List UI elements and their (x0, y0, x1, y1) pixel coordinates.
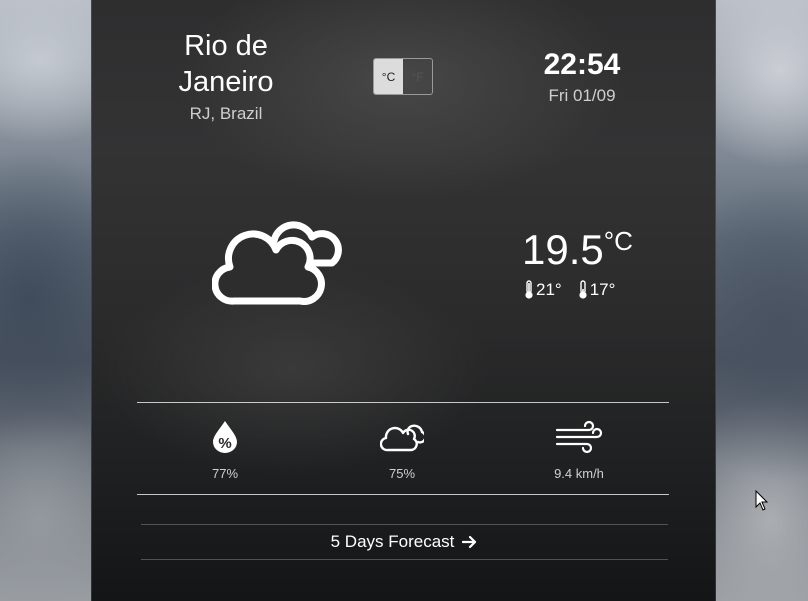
unit-toggle[interactable]: °C °F (373, 58, 433, 95)
svg-text:%: % (218, 435, 231, 452)
cloud-icon (380, 424, 424, 452)
clock-date: Fri 01/09 (548, 86, 616, 105)
forecast-label: 5 Days Forecast (330, 532, 455, 551)
temperature-unit: °C (603, 226, 633, 256)
thermometer-high-icon (525, 280, 533, 299)
mouse-pointer-icon (755, 490, 769, 511)
wind-icon (555, 420, 603, 454)
max-temperature-value: 21° (536, 280, 562, 299)
humidity-value: 77% (211, 466, 239, 481)
max-temperature: 21° (524, 280, 562, 300)
temperature-range: 21° 17° (524, 280, 654, 300)
temperature-value: 19.5 (522, 226, 604, 273)
fahrenheit-option[interactable]: °F (403, 59, 432, 94)
celsius-option[interactable]: °C (374, 59, 403, 94)
five-day-forecast-button[interactable]: 5 Days Forecast (141, 525, 668, 559)
weather-panel: Rio de Janeiro RJ, Brazil °C °F 22:54 Fr… (91, 0, 716, 601)
current-temperature: 19.5°C (522, 226, 652, 274)
min-temperature-value: 17° (589, 280, 616, 299)
cloudiness-value: 75% (388, 466, 416, 481)
humidity-drop-icon: % (213, 421, 237, 453)
region-name: RJ, Brazil (189, 104, 263, 123)
forecast-bottom-border (141, 559, 668, 560)
divider-top (137, 402, 669, 403)
wind-value: 9.4 km/h (554, 466, 604, 481)
clock-time: 22:54 (543, 48, 621, 81)
cloudy-icon (212, 221, 342, 305)
divider-bottom (137, 494, 669, 495)
wind-stat: 9.4 km/h (519, 420, 639, 481)
thermometer-low-icon (579, 280, 587, 299)
city-name: Rio de Janeiro (178, 30, 274, 98)
min-temperature: 17° (578, 280, 616, 300)
cloudiness-stat: 75% (342, 420, 462, 481)
arrow-right-icon (462, 535, 477, 549)
humidity-stat: % 77% (165, 420, 285, 481)
